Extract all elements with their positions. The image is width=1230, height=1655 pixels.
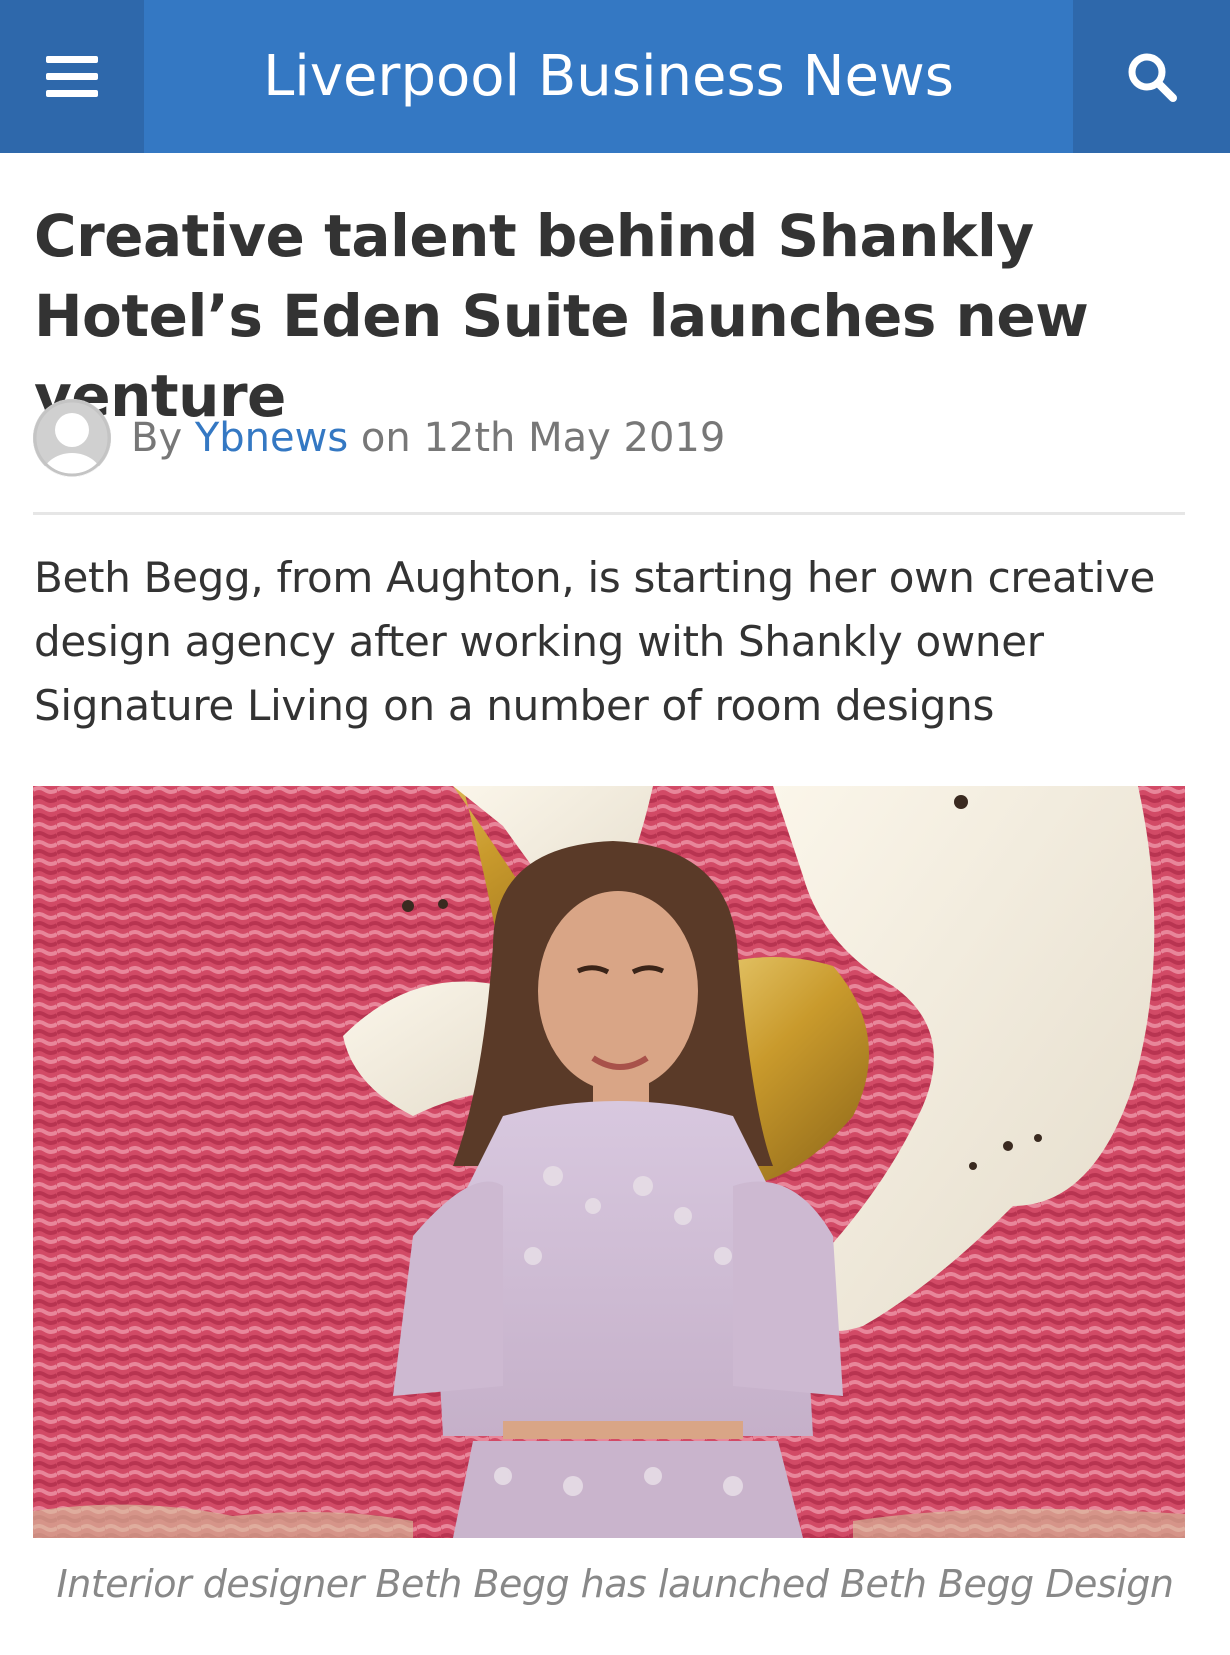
top-app-bar: Liverpool Business News (0, 0, 1230, 153)
publish-date: 12th May 2019 (423, 415, 726, 461)
article-byline: By Ybnews on 12th May 2019 (33, 398, 725, 478)
byline-by-label: By (131, 415, 183, 461)
hamburger-menu-icon (46, 55, 98, 97)
search-button[interactable] (1073, 0, 1230, 153)
menu-button[interactable] (0, 0, 144, 153)
image-caption: Interior designer Beth Begg has launched… (56, 1562, 1174, 1606)
byline-on-label: on (360, 415, 411, 461)
author-avatar[interactable] (33, 399, 111, 477)
photo-illustration (33, 786, 1185, 1538)
article-photo[interactable] (33, 786, 1185, 1538)
divider (33, 512, 1185, 515)
byline-text: By Ybnews on 12th May 2019 (131, 415, 725, 461)
author-link[interactable]: Ybnews (195, 415, 348, 461)
site-title[interactable]: Liverpool Business News (144, 0, 1073, 153)
article-standfirst: Beth Begg, from Aughton, is starting her… (34, 553, 1156, 730)
search-icon (1128, 53, 1177, 102)
default-user-icon (33, 399, 111, 477)
